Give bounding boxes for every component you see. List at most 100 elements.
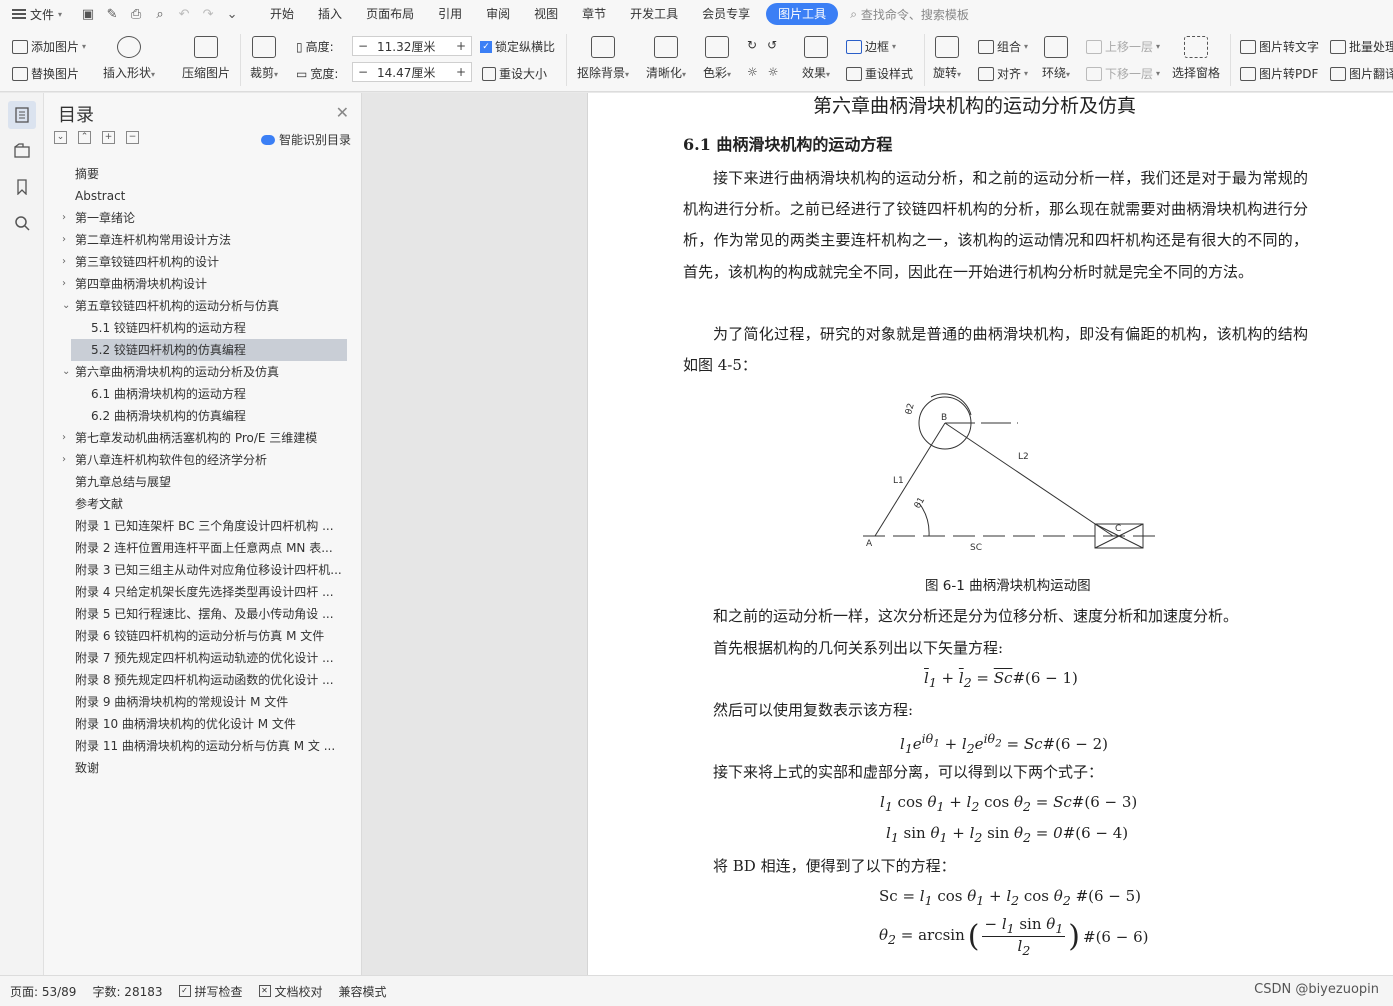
toc-item[interactable]: 致谢 <box>44 757 344 779</box>
menu-tab[interactable]: 开始 <box>258 3 306 25</box>
remove-background-button[interactable]: 抠除背景▾ <box>577 36 629 81</box>
toc-item[interactable]: Abstract <box>44 185 344 207</box>
menu-tab[interactable]: 引用 <box>426 3 474 25</box>
page-indicator[interactable]: 页面: 53/89 <box>10 983 76 1000</box>
collapse-all-icon[interactable]: ⌄ <box>54 131 67 144</box>
print-icon[interactable]: ⎙ <box>128 6 144 22</box>
command-search[interactable]: ⌕ 查找命令、搜索模板 <box>850 6 969 23</box>
align-button[interactable]: 对齐 ▾ <box>978 65 1028 82</box>
smart-toc-button[interactable]: 智能识别目录 <box>260 131 351 148</box>
increase-brightness-icon[interactable]: ☼ <box>747 65 758 79</box>
width-value[interactable]: 14.47厘米 <box>373 64 451 81</box>
toc-item[interactable]: › 第二章连杆机构常用设计方法 <box>44 229 344 251</box>
proofread-button[interactable]: ✕ 文档校对 <box>258 983 323 1000</box>
toc-item[interactable]: 附录 10 曲柄滑块机构的优化设计 M 文件 <box>44 713 344 735</box>
add-image-button[interactable]: 添加图片 ▾ <box>12 38 86 55</box>
send-backward-button[interactable]: 下移一层 ▾ <box>1086 65 1160 82</box>
rotate-button[interactable]: 旋转▾ <box>933 36 961 81</box>
menu-tab[interactable]: 会员专享 <box>690 3 762 25</box>
chevron-right-icon[interactable]: › <box>62 251 66 273</box>
sharpen-button[interactable]: 清晰化▾ <box>646 36 686 81</box>
width-stepper[interactable]: −14.47厘米 + <box>352 62 472 82</box>
increase-width-button[interactable]: + <box>451 65 471 79</box>
chevron-right-icon[interactable]: › <box>62 207 66 229</box>
menu-tab[interactable]: 视图 <box>522 3 570 25</box>
color-button[interactable]: 色彩▾ <box>703 36 731 81</box>
find-button[interactable] <box>8 209 36 237</box>
increase-height-button[interactable]: + <box>451 39 471 53</box>
compress-image-button[interactable]: 压缩图片 <box>182 36 230 81</box>
height-value[interactable]: 11.32厘米 <box>373 38 451 55</box>
save-icon[interactable]: ▣ <box>80 6 96 22</box>
border-button[interactable]: 边框 ▾ <box>846 38 896 55</box>
toc-item[interactable]: 附录 11 曲柄滑块机构的运动分析与仿真 M 文 ... <box>44 735 344 757</box>
toc-item[interactable]: ⌄ 第五章铰链四杆机构的运动分析与仿真 <box>44 295 344 317</box>
image-to-text-button[interactable]: 图片转文字 <box>1240 38 1319 55</box>
menu-tab[interactable]: 插入 <box>306 3 354 25</box>
decrease-contrast-icon[interactable]: ↺ <box>767 38 777 52</box>
tab-picture-tools[interactable]: 图片工具 <box>766 3 839 25</box>
toc-item[interactable]: 附录 6 铰链四杆机构的运动分析与仿真 M 文件 <box>44 625 344 647</box>
batch-process-button[interactable]: 批量处理 <box>1330 38 1393 55</box>
remove-heading-icon[interactable]: − <box>126 131 139 144</box>
toc-item[interactable]: › 第一章绪论 <box>44 207 344 229</box>
toc-item[interactable]: ⌄ 第六章曲柄滑块机构的运动分析及仿真 <box>44 361 344 383</box>
toc-item[interactable]: 参考文献 <box>44 493 344 515</box>
toc-item[interactable]: 附录 3 已知三组主从动件对应角位移设计四杆机... <box>44 559 344 581</box>
image-to-pdf-button[interactable]: 图片转PDF <box>1240 65 1318 82</box>
effects-button[interactable]: 效果▾ <box>802 36 830 81</box>
chevron-down-icon[interactable]: ⌄ <box>62 361 70 383</box>
crop-button[interactable]: 裁剪▾ <box>250 36 278 81</box>
toc-item[interactable]: › 第八章连杆机构软件包的经济学分析 <box>44 449 344 471</box>
menu-tab[interactable]: 页面布局 <box>354 3 426 25</box>
increase-contrast-icon[interactable]: ↻ <box>747 38 757 52</box>
decrease-width-button[interactable]: − <box>353 65 373 79</box>
chevron-right-icon[interactable]: › <box>62 449 66 471</box>
toc-item[interactable]: 摘要 <box>44 163 344 185</box>
menu-tab[interactable]: 审阅 <box>474 3 522 25</box>
close-icon[interactable]: ✕ <box>336 103 349 122</box>
expand-icon[interactable]: ⌃ <box>78 131 91 144</box>
height-stepper[interactable]: −11.32厘米 + <box>352 36 472 56</box>
format-painter-icon[interactable]: ✎ <box>104 6 120 22</box>
toc-item[interactable]: 附录 4 只给定机架长度先选择类型再设计四杆 ... <box>44 581 344 603</box>
chevron-down-icon[interactable]: ⌄ <box>62 295 70 317</box>
image-translate-button[interactable]: 图片翻译 <box>1330 65 1393 82</box>
add-heading-icon[interactable]: + <box>102 131 115 144</box>
toc-panel-button[interactable] <box>8 101 36 129</box>
toc-item[interactable]: 6.1 曲柄滑块机构的运动方程 <box>44 383 344 405</box>
toc-item[interactable]: › 第四章曲柄滑块机构设计 <box>44 273 344 295</box>
spell-check-button[interactable]: ✓ 拼写检查 <box>178 983 243 1000</box>
toc-item[interactable]: 6.2 曲柄滑块机构的仿真编程 <box>44 405 344 427</box>
toc-item[interactable]: 5.1 铰链四杆机构的运动方程 <box>44 317 344 339</box>
chevron-right-icon[interactable]: › <box>62 229 66 251</box>
group-button[interactable]: 组合 ▾ <box>978 38 1028 55</box>
toc-item[interactable]: 附录 9 曲柄滑块机构的常规设计 M 文件 <box>44 691 344 713</box>
menu-tab[interactable]: 章节 <box>570 3 618 25</box>
print-preview-icon[interactable]: ⌕ <box>152 6 168 22</box>
bring-forward-button[interactable]: 上移一层 ▾ <box>1086 38 1160 55</box>
navigation-button[interactable] <box>8 137 36 165</box>
reset-style-button[interactable]: 重设样式 <box>846 65 913 82</box>
insert-shape-button[interactable]: 插入形状▾ <box>103 36 155 81</box>
chevron-right-icon[interactable]: › <box>62 427 66 449</box>
replace-image-button[interactable]: 替换图片 <box>12 65 79 82</box>
selection-pane-button[interactable]: 选择窗格 <box>1172 36 1220 81</box>
file-menu[interactable]: 文件 ▾ <box>6 3 68 25</box>
toc-item[interactable]: 附录 1 已知连架杆 BC 三个角度设计四杆机构 ... <box>44 515 344 537</box>
customize-toolbar-icon[interactable]: ⌄ <box>224 6 240 22</box>
menu-tab[interactable]: 开发工具 <box>618 3 690 25</box>
toc-item[interactable]: 附录 5 已知行程速比、摆角、及最小传动角设 ... <box>44 603 344 625</box>
toc-item[interactable]: › 第三章铰链四杆机构的设计 <box>44 251 344 273</box>
undo-icon[interactable]: ↶ <box>176 6 192 22</box>
lock-ratio-checkbox[interactable]: ✓ 锁定纵横比 <box>480 38 555 55</box>
decrease-height-button[interactable]: − <box>353 39 373 53</box>
toc-item[interactable]: 第九章总结与展望 <box>44 471 344 493</box>
redo-icon[interactable]: ↷ <box>200 6 216 22</box>
chevron-right-icon[interactable]: › <box>62 273 66 295</box>
word-count[interactable]: 字数: 28183 <box>92 983 162 1000</box>
toc-item[interactable]: › 第七章发动机曲柄活塞机构的 Pro/E 三维建模 <box>44 427 344 449</box>
toc-item[interactable]: 5.2 铰链四杆机构的仿真编程 <box>71 339 347 361</box>
wrap-text-button[interactable]: 环绕▾ <box>1042 36 1070 81</box>
toc-item[interactable]: 附录 7 预先规定四杆机构运动轨迹的优化设计 ... <box>44 647 344 669</box>
